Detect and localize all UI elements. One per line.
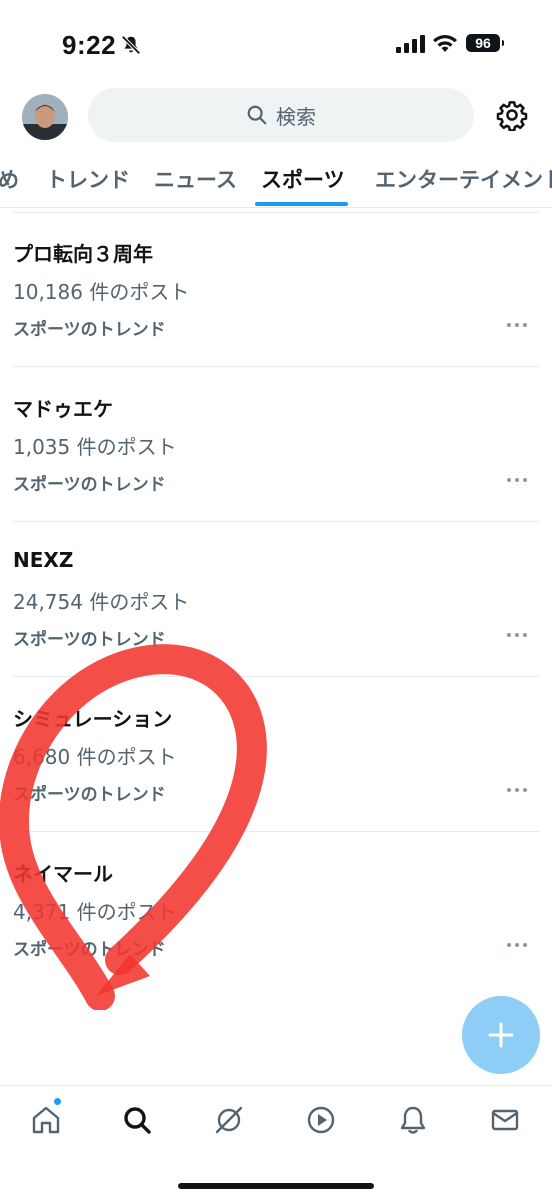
tab-trending[interactable]: トレンド	[46, 164, 130, 194]
trend-post-count: 6,680 件のポスト	[13, 745, 177, 769]
trend-list: プロ転向３周年 10,186 件のポスト スポーツのトレンド マドゥエケ 1,0…	[0, 212, 552, 987]
trend-item[interactable]: ネイマール 4,371 件のポスト スポーツのトレンド	[0, 832, 552, 987]
tab-entertainment[interactable]: エンターテイメント	[375, 164, 552, 194]
trend-title: プロ転向３周年	[13, 242, 153, 266]
trend-category: スポーツのトレンド	[13, 630, 166, 650]
notification-dot	[54, 1098, 61, 1105]
active-tab-indicator	[255, 202, 348, 206]
wifi-icon	[433, 35, 457, 52]
trend-post-count: 24,754 件のポスト	[13, 590, 190, 614]
tab-news[interactable]: ニュース	[154, 164, 237, 194]
messages-icon[interactable]	[489, 1104, 521, 1136]
trend-post-count: 10,186 件のポスト	[13, 280, 190, 304]
trend-title: マドゥエケ	[13, 397, 113, 421]
search-icon[interactable]	[121, 1104, 153, 1136]
bell-off-icon	[121, 35, 141, 55]
notifications-icon[interactable]	[397, 1104, 429, 1136]
search-bar[interactable]: 検索	[88, 88, 474, 142]
trend-item[interactable]: シミュレーション 6,680 件のポスト スポーツのトレンド	[0, 677, 552, 832]
trend-post-count: 1,035 件のポスト	[13, 435, 177, 459]
trend-title: NEXZ	[13, 548, 74, 572]
status-bar: 9:22 96	[0, 0, 552, 88]
more-options-icon[interactable]	[505, 785, 529, 795]
compose-button[interactable]	[462, 996, 540, 1074]
signal-icon	[396, 35, 425, 53]
trend-category: スポーツのトレンド	[13, 475, 166, 495]
gear-icon[interactable]	[496, 99, 528, 131]
plus-icon	[488, 1022, 514, 1048]
search-placeholder: 検索	[276, 104, 316, 129]
status-time: 9:22	[62, 30, 117, 60]
trend-item[interactable]: NEXZ 24,754 件のポスト スポーツのトレンド	[0, 522, 552, 677]
more-options-icon[interactable]	[505, 475, 529, 485]
home-indicator	[178, 1183, 374, 1189]
search-icon	[247, 105, 267, 125]
tab-sports[interactable]: スポーツ	[261, 164, 345, 194]
more-options-icon[interactable]	[505, 630, 529, 640]
video-icon[interactable]	[305, 1104, 337, 1136]
trend-item[interactable]: プロ転向３周年 10,186 件のポスト スポーツのトレンド	[0, 212, 552, 367]
trend-category: スポーツのトレンド	[13, 785, 166, 805]
tab-for-you[interactable]: め	[0, 164, 19, 194]
grok-icon[interactable]	[213, 1104, 245, 1136]
more-options-icon[interactable]	[505, 320, 529, 330]
trend-post-count: 4,371 件のポスト	[13, 900, 177, 924]
trend-item[interactable]: マドゥエケ 1,035 件のポスト スポーツのトレンド	[0, 367, 552, 522]
avatar-image	[22, 94, 68, 140]
battery-icon: 96	[466, 34, 504, 52]
trend-category: スポーツのトレンド	[13, 940, 166, 960]
more-options-icon[interactable]	[505, 940, 529, 950]
trend-title: ネイマール	[13, 862, 113, 886]
home-icon[interactable]	[30, 1104, 62, 1136]
trend-category: スポーツのトレンド	[13, 320, 166, 340]
trend-title: シミュレーション	[13, 707, 173, 731]
avatar[interactable]	[22, 94, 68, 140]
explore-tabs: め トレンド ニュース スポーツ エンターテイメント	[0, 148, 552, 208]
